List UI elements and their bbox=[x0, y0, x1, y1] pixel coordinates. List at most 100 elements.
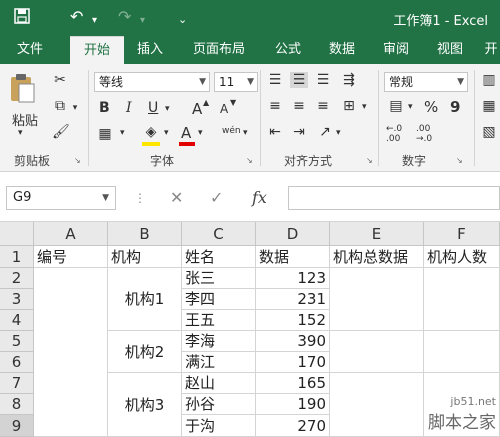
row-header-8[interactable]: 8 bbox=[0, 394, 34, 415]
underline-dropdown-icon[interactable]: ▾ bbox=[165, 104, 170, 114]
decrease-decimal-icon[interactable]: .00 →.0 bbox=[416, 124, 432, 144]
tab-review[interactable]: 审阅 bbox=[372, 36, 420, 64]
cell-d7[interactable]: 165 bbox=[256, 373, 330, 394]
column-header-f[interactable]: F bbox=[424, 222, 500, 246]
cell-e1[interactable]: 机构总数据 bbox=[330, 246, 424, 268]
top-align-icon[interactable]: ☰ bbox=[266, 72, 284, 88]
column-header-e[interactable]: E bbox=[330, 222, 424, 246]
cell-d1[interactable]: 数据 bbox=[256, 246, 330, 268]
tab-more[interactable]: 开 bbox=[482, 36, 500, 64]
cell-c9[interactable]: 于沟 bbox=[182, 415, 256, 437]
shrink-font-button[interactable]: A bbox=[220, 102, 228, 116]
column-header-a[interactable]: A bbox=[34, 222, 108, 246]
increase-indent-icon[interactable]: ⇥ bbox=[290, 124, 308, 140]
fill-dropdown-icon[interactable]: ▾ bbox=[164, 128, 169, 138]
cell-c4[interactable]: 王五 bbox=[182, 310, 256, 331]
grow-font-button[interactable]: A bbox=[192, 100, 202, 118]
cell-d5[interactable]: 390 bbox=[256, 331, 330, 352]
cell-b1[interactable]: 机构 bbox=[108, 246, 182, 268]
conditional-format-icon[interactable]: ▥ bbox=[480, 72, 498, 88]
borders-dropdown-icon[interactable]: ▾ bbox=[120, 128, 125, 138]
tab-page-layout[interactable]: 页面布局 bbox=[182, 36, 256, 64]
cell-f1[interactable]: 机构人数 bbox=[424, 246, 500, 268]
bold-button[interactable]: B bbox=[99, 100, 110, 116]
cell-c6[interactable]: 满江 bbox=[182, 352, 256, 373]
cell-b5-b6-merged[interactable]: 机构2 bbox=[108, 331, 182, 373]
cell-d2[interactable]: 123 bbox=[256, 268, 330, 289]
merge-dropdown-icon[interactable]: ▾ bbox=[362, 102, 367, 112]
cell-d9[interactable]: 270 bbox=[256, 415, 330, 437]
paste-icon[interactable] bbox=[8, 72, 38, 104]
cell-e7-e9-merged[interactable] bbox=[330, 373, 424, 437]
increase-decimal-icon[interactable]: ←.0.00 bbox=[386, 124, 402, 144]
undo-dropdown-icon[interactable]: ▾ bbox=[92, 12, 97, 30]
format-painter-icon[interactable]: 🖌 bbox=[52, 124, 70, 140]
cut-icon[interactable]: ✂ bbox=[52, 72, 68, 88]
name-box[interactable]: G9 ▼ bbox=[6, 186, 116, 210]
copy-icon[interactable]: ⧉ bbox=[52, 98, 68, 114]
row-header-3[interactable]: 3 bbox=[0, 289, 34, 310]
merge-center-icon[interactable]: ⊞ bbox=[340, 98, 358, 114]
bottom-align-icon[interactable]: ☰ bbox=[314, 72, 332, 88]
paste-label[interactable]: 粘贴 bbox=[12, 110, 38, 129]
wrap-text-icon[interactable]: ⇶ bbox=[340, 72, 358, 88]
column-header-d[interactable]: D bbox=[256, 222, 330, 246]
align-center-icon[interactable]: ≡ bbox=[290, 98, 308, 114]
row-header-9[interactable]: 9 bbox=[0, 415, 34, 437]
tab-home[interactable]: 开始 bbox=[70, 36, 124, 64]
row-header-1[interactable]: 1 bbox=[0, 246, 34, 268]
cell-c2[interactable]: 张三 bbox=[182, 268, 256, 289]
cell-c5[interactable]: 李海 bbox=[182, 331, 256, 352]
cell-c8[interactable]: 孙谷 bbox=[182, 394, 256, 415]
cell-c7[interactable]: 赵山 bbox=[182, 373, 256, 394]
cell-f5-f6-merged[interactable] bbox=[424, 331, 500, 373]
number-launcher-icon[interactable]: ↘ bbox=[456, 156, 463, 165]
currency-icon[interactable]: ▤ bbox=[386, 98, 406, 114]
orientation-dropdown-icon[interactable]: ▾ bbox=[336, 128, 341, 138]
align-right-icon[interactable]: ≡ bbox=[314, 98, 332, 114]
row-header-6[interactable]: 6 bbox=[0, 352, 34, 373]
format-table-icon[interactable]: ▦ bbox=[480, 98, 498, 114]
paste-dropdown-icon[interactable]: ▾ bbox=[18, 128, 23, 138]
cell-f2-f4-merged[interactable] bbox=[424, 268, 500, 331]
phonetic-button[interactable]: wén bbox=[222, 126, 241, 136]
font-name-combo[interactable]: 等线 ▼ bbox=[94, 72, 210, 92]
cell-d6[interactable]: 170 bbox=[256, 352, 330, 373]
cell-a1[interactable]: 编号 bbox=[34, 246, 108, 268]
number-format-combo[interactable]: 常规 ▼ bbox=[384, 72, 468, 92]
redo-dropdown-icon[interactable]: ▾ bbox=[140, 12, 145, 30]
undo-icon[interactable]: ↶ bbox=[70, 8, 83, 26]
row-header-4[interactable]: 4 bbox=[0, 310, 34, 331]
underline-button[interactable]: U bbox=[148, 100, 158, 116]
formula-input[interactable] bbox=[288, 186, 500, 210]
cell-e5-e6-merged[interactable] bbox=[330, 331, 424, 373]
cell-styles-icon[interactable]: ▧ bbox=[480, 124, 498, 140]
save-icon[interactable] bbox=[14, 8, 30, 28]
tab-formulas[interactable]: 公式 bbox=[264, 36, 312, 64]
cell-a2-a9[interactable] bbox=[34, 268, 108, 437]
tab-view[interactable]: 视图 bbox=[426, 36, 474, 64]
cell-d8[interactable]: 190 bbox=[256, 394, 330, 415]
enter-icon[interactable]: ✓ bbox=[210, 188, 223, 207]
borders-icon[interactable]: ▦ bbox=[96, 126, 114, 142]
cell-e2-e4-merged[interactable] bbox=[330, 268, 424, 331]
insert-function-button[interactable]: fx bbox=[252, 188, 267, 207]
align-left-icon[interactable]: ≡ bbox=[266, 98, 284, 114]
copy-dropdown-icon[interactable]: ▾ bbox=[70, 100, 80, 116]
row-header-2[interactable]: 2 bbox=[0, 268, 34, 289]
cell-d4[interactable]: 152 bbox=[256, 310, 330, 331]
middle-align-icon[interactable]: ☰ bbox=[290, 72, 308, 88]
fill-color-icon[interactable]: ◈ bbox=[142, 124, 160, 140]
font-launcher-icon[interactable]: ↘ bbox=[246, 156, 253, 165]
cell-c3[interactable]: 李四 bbox=[182, 289, 256, 310]
font-color-dropdown-icon[interactable]: ▾ bbox=[198, 128, 203, 138]
decrease-indent-icon[interactable]: ⇤ bbox=[266, 124, 284, 140]
row-header-5[interactable]: 5 bbox=[0, 331, 34, 352]
comma-button[interactable]: 9 bbox=[450, 98, 460, 116]
cell-d3[interactable]: 231 bbox=[256, 289, 330, 310]
cell-c1[interactable]: 姓名 bbox=[182, 246, 256, 268]
redo-icon[interactable]: ↷ bbox=[118, 8, 131, 26]
percent-button[interactable]: % bbox=[424, 98, 438, 116]
italic-button[interactable]: I bbox=[126, 100, 132, 116]
font-color-button[interactable]: A bbox=[181, 124, 191, 142]
